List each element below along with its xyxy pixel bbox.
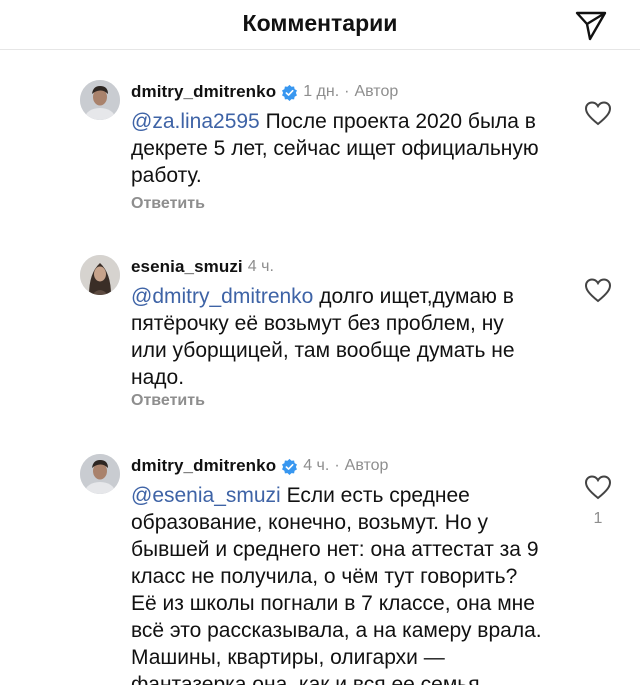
username[interactable]: esenia_smuzi [131, 257, 243, 277]
comment-line: фантазерка она, как и вся ее семья. [131, 673, 486, 685]
comment-line: класс не получила, о чём тут говорить? [131, 565, 518, 588]
avatar[interactable] [80, 255, 120, 295]
verified-badge-icon [282, 84, 298, 101]
comment-time: 4 ч. [247, 258, 274, 275]
comment-line: бывшей и среднего нет: она аттестат за 9 [131, 538, 539, 561]
share-button[interactable] [574, 8, 608, 42]
author-label: Автор [344, 457, 389, 474]
mention-link[interactable]: @esenia_smuzi [131, 484, 281, 507]
page-title: Комментарии [242, 10, 398, 36]
comment-line: Её из школы погнали в 7 классе, она мне [131, 592, 535, 615]
comments-header: Комментарии [0, 0, 640, 50]
comment-text: @dmitry_dmitrenko долго ищет,думаю в пят… [131, 283, 571, 391]
avatar[interactable] [80, 454, 120, 494]
comment-line: декрете 5 лет, сейчас ищет официальную [131, 137, 539, 160]
comment-line: надо. [131, 366, 185, 389]
comment-meta: dmitry_dmitrenko 1 дн. · Автор [131, 80, 398, 104]
reply-button[interactable]: Ответить [131, 392, 205, 410]
paper-plane-icon [575, 11, 607, 41]
comment-time: 4 ч. [303, 457, 330, 474]
heart-outline-icon[interactable] [584, 100, 612, 126]
like-count: 1 [593, 510, 603, 527]
meta-separator: · [344, 83, 350, 100]
comment-meta: esenia_smuzi 4 ч. [131, 255, 274, 279]
comment-text: @za.lina2595 После проекта 2020 была в д… [131, 108, 571, 189]
reply-button[interactable]: Ответить [131, 195, 205, 213]
meta-separator: · [334, 457, 340, 474]
comment-line: пятёрочку её возьмут без проблем, ну [131, 312, 504, 335]
comment-line: После проекта 2020 была в [265, 110, 536, 133]
comment-text: @esenia_smuzi Если есть среднее образова… [131, 482, 571, 685]
comment-line: работу. [131, 164, 202, 187]
author-label: Автор [354, 83, 399, 100]
comment-line: или уборщицей, там вообще думать не [131, 339, 515, 362]
comment-meta: dmitry_dmitrenko 4 ч. · Автор [131, 454, 388, 478]
avatar[interactable] [80, 80, 120, 120]
username[interactable]: dmitry_dmitrenko [131, 456, 276, 476]
comment-line: Машины, квартиры, олигархи — [131, 646, 445, 669]
comment-line: долго ищет,думаю в [319, 285, 514, 308]
mention-link[interactable]: @za.lina2595 [131, 110, 260, 133]
verified-badge-icon [282, 458, 298, 475]
mention-link[interactable]: @dmitry_dmitrenko [131, 285, 313, 308]
comment-line: образование, конечно, возьмут. Но у [131, 511, 488, 534]
comment-line: всё это рассказывала, а на камеру врала. [131, 619, 542, 642]
username[interactable]: dmitry_dmitrenko [131, 82, 276, 102]
heart-outline-icon[interactable] [584, 277, 612, 303]
comment-line: Если есть среднее [286, 484, 470, 507]
comment-time: 1 дн. [303, 83, 340, 100]
heart-outline-icon[interactable] [584, 474, 612, 500]
